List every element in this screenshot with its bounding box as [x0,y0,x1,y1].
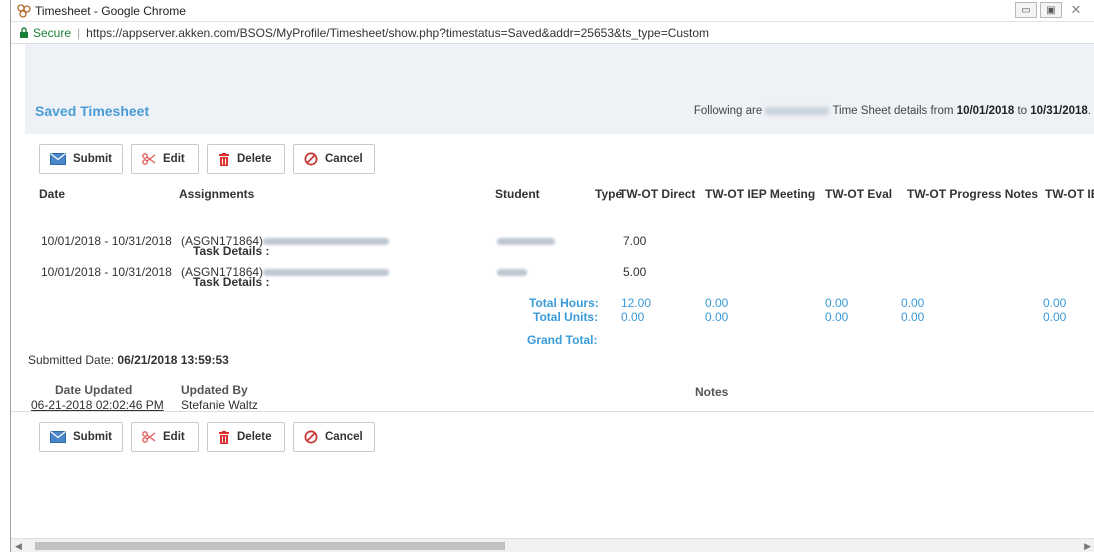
total-units-eval: 0.00 [825,310,849,324]
history-divider [11,411,1094,412]
period: . [1087,105,1091,117]
edit-label: Edit [163,431,185,443]
no-entry-icon [304,430,318,444]
header-info-middle: Time Sheet details from [832,105,954,117]
col-tw-ot-ie: TW-OT IE [1045,187,1094,201]
browser-window: Timesheet - Google Chrome ▭ ▣ ✕ Secure |… [10,0,1094,552]
envelope-icon [50,153,66,165]
redacted-school [263,238,390,246]
submit-button[interactable]: Submit [39,422,123,452]
address-bar[interactable]: Secure | https://appserver.akken.com/BSO… [11,22,1094,44]
scroll-thumb[interactable] [35,542,505,550]
bottom-button-bar: Submit Edit Delete Cancel [39,422,375,452]
history-date-link[interactable]: 06-21-2018 02:02:46 PM [31,398,164,412]
address-separator: | [77,25,81,40]
total-units-ie: 0.00 [1043,310,1067,324]
total-units-progress: 0.00 [901,310,925,324]
secure-label: Secure [33,25,72,40]
delete-button[interactable]: Delete [207,422,285,452]
redacted-school [263,269,390,277]
submitted-label: Submitted Date: [28,353,115,367]
header-info-prefix: Following are [693,105,763,117]
submitted-date: Submitted Date: 06/21/2018 13:59:53 [28,353,229,367]
envelope-icon [50,431,66,443]
scroll-right-icon[interactable]: ▶ [1084,541,1091,552]
col-tw-ot-progress-notes: TW-OT Progress Notes [907,187,1039,201]
cancel-button[interactable]: Cancel [293,422,375,452]
app-icon [17,4,31,18]
history-updated-by: Stefanie Waltz [181,398,258,412]
total-units-direct: 0.00 [621,310,645,324]
submit-label: Submit [73,153,112,165]
edit-button[interactable]: Edit [131,144,199,174]
submit-label: Submit [73,431,112,443]
total-units-iep: 0.00 [705,310,729,324]
total-hours-progress: 0.00 [901,296,925,310]
header-info: Following are Time Sheet details from 10… [694,105,1091,117]
cancel-label: Cancel [325,431,363,443]
col-tw-ot-direct: TW-OT Direct [619,187,696,201]
redacted-employee-name [765,106,830,115]
redacted-student [497,238,555,246]
col-date: Date [39,187,66,201]
trash-icon [219,430,229,444]
col-assignments: Assignments [179,187,255,201]
row1-task-details: Task Details : [193,244,270,258]
trash-icon [219,152,229,166]
history-col-notes: Notes [695,385,729,399]
scissors-icon [142,153,156,165]
date-to-word: to [1017,105,1028,117]
date-to: 10/31/2018 [1030,105,1088,117]
col-tw-ot-eval: TW-OT Eval [825,187,893,201]
delete-label: Delete [237,431,272,443]
total-units-label: Total Units: [533,310,599,324]
col-tw-ot-iep-meeting: TW-OT IEP Meeting [705,187,816,201]
history-col-by: Updated By [181,383,248,397]
history-col-date: Date Updated [55,383,133,397]
submitted-value: 06/21/2018 13:59:53 [117,353,229,367]
lock-icon [20,27,28,38]
date-from: 10/01/2018 [956,105,1015,117]
close-button[interactable]: ✕ [1065,2,1087,18]
grand-total-label: Grand Total: [527,333,598,347]
row2-student [497,265,527,279]
top-button-bar: Submit Edit Delete Cancel [39,144,375,174]
url-text[interactable]: https://appserver.akken.com/BSOS/MyProfi… [86,26,709,40]
submit-button[interactable]: Submit [39,144,123,174]
edit-button[interactable]: Edit [131,422,199,452]
row1-student [497,234,555,248]
header-band [25,44,1094,134]
title-bar: Timesheet - Google Chrome ▭ ▣ ✕ [11,0,1094,22]
no-entry-icon [304,152,318,166]
row1-date: 10/01/2018 - 10/31/2018 [41,234,172,248]
maximize-button[interactable]: ▣ [1040,2,1062,18]
scissors-icon [142,431,156,443]
cancel-button[interactable]: Cancel [293,144,375,174]
total-hours-direct: 12.00 [621,296,652,310]
page-title: Saved Timesheet [35,103,150,119]
row2-date: 10/01/2018 - 10/31/2018 [41,265,172,279]
edit-label: Edit [163,153,185,165]
row2-direct: 5.00 [623,265,647,279]
delete-label: Delete [237,153,272,165]
page-content: Saved Timesheet Following are Time Sheet… [11,44,1094,538]
total-hours-eval: 0.00 [825,296,849,310]
total-hours-ie: 0.00 [1043,296,1067,310]
total-hours-label: Total Hours: [529,296,599,310]
row1-direct: 7.00 [623,234,647,248]
cancel-label: Cancel [325,153,363,165]
window-title: Timesheet - Google Chrome [35,4,186,18]
horizontal-scrollbar[interactable]: ◀ ▶ [11,538,1094,552]
row2-task-details: Task Details : [193,275,270,289]
minimize-button[interactable]: ▭ [1015,2,1037,18]
total-hours-iep: 0.00 [705,296,729,310]
redacted-student [497,269,527,277]
scroll-left-icon[interactable]: ◀ [15,541,22,552]
col-student: Student [495,187,540,201]
delete-button[interactable]: Delete [207,144,285,174]
